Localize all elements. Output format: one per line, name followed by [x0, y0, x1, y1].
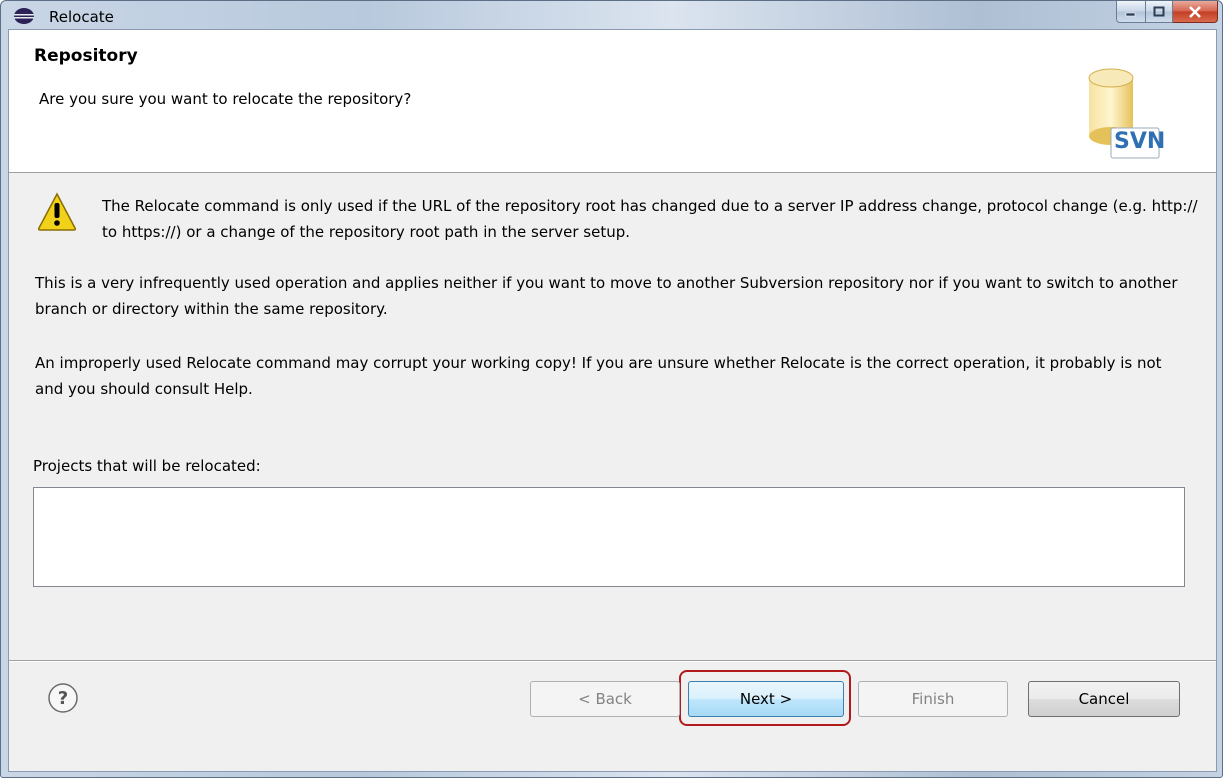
back-button[interactable]: < Back [530, 681, 680, 717]
wizard-header: Repository Are you sure you want to relo… [9, 30, 1216, 173]
minimize-icon [1125, 12, 1136, 16]
svg-text:?: ? [58, 688, 68, 709]
maximize-button[interactable] [1146, 1, 1173, 23]
window-controls [1116, 1, 1218, 23]
projects-list[interactable] [33, 487, 1185, 587]
relocate-window: Relocate Repository Are you sure you wan… [0, 0, 1223, 778]
finish-button[interactable]: Finish [858, 681, 1008, 717]
corruption-warning-paragraph: An improperly used Relocate command may … [35, 354, 1162, 398]
dialog-client-area: Repository Are you sure you want to relo… [8, 29, 1217, 772]
page-title: Repository [34, 46, 138, 66]
warning-triangle-icon [37, 192, 77, 231]
projects-label: Projects that will be relocated: [33, 457, 261, 475]
eclipse-icon [14, 8, 34, 24]
svn-logo-text: SVN [1114, 129, 1166, 154]
close-button[interactable] [1173, 1, 1218, 23]
next-button[interactable]: Next > [688, 681, 844, 717]
title-bar[interactable]: Relocate [1, 1, 1222, 29]
close-icon [1189, 5, 1201, 18]
footer-separator [9, 660, 1216, 662]
relocate-info-paragraph: The Relocate command is only used if the… [102, 197, 1198, 241]
svn-logo: SVN [1081, 64, 1165, 162]
window-title: Relocate [49, 8, 114, 26]
maximize-icon [1153, 6, 1165, 17]
minimize-button[interactable] [1116, 1, 1146, 23]
page-description: Are you sure you want to relocate the re… [39, 90, 412, 108]
help-icon[interactable]: ? [47, 682, 79, 714]
cancel-button[interactable]: Cancel [1028, 681, 1180, 717]
infrequent-use-paragraph: This is a very infrequently used operati… [35, 274, 1178, 318]
